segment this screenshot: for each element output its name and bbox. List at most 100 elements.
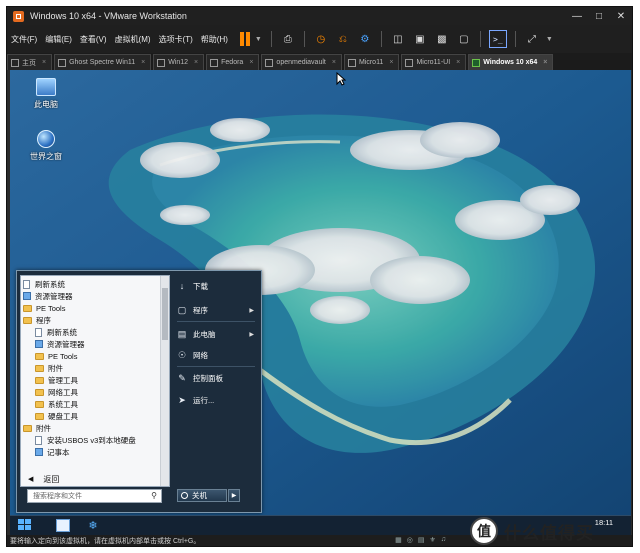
guest-desktop[interactable]: 此电脑 世界之窗 刷新系统 资源管理器 PE Tools 程序 刷新系统 资源管… <box>10 70 631 515</box>
scrollbar-thumb[interactable] <box>162 288 168 340</box>
tab-ghost-spectre[interactable]: Ghost Spectre Win11 × <box>54 54 152 70</box>
start-item-control-panel[interactable]: ✎ 控制面板 <box>177 371 257 385</box>
list-item[interactable]: 附件 <box>35 362 63 374</box>
list-item[interactable]: PE Tools <box>35 350 77 362</box>
menu-edit[interactable]: 编辑(E) <box>41 34 76 45</box>
list-item-label: PE Tools <box>48 351 78 361</box>
divider <box>177 321 255 322</box>
scrollbar[interactable] <box>160 276 169 486</box>
menu-file[interactable]: 文件(F) <box>7 34 41 45</box>
snapshot-icon[interactable]: ◷ <box>313 31 329 47</box>
close-button[interactable]: ✕ <box>610 11 632 22</box>
list-item-label: 刷新系统 <box>47 327 77 337</box>
vmware-logo-icon <box>13 10 24 22</box>
console-view-icon[interactable]: ▢ <box>456 31 472 47</box>
start-item-this-pc[interactable]: ▤ 此电脑 ▶ <box>177 327 257 341</box>
close-icon[interactable]: × <box>141 59 145 66</box>
list-item-label: PE Tools <box>36 303 66 313</box>
tab-label: Micro11 <box>358 59 384 66</box>
toolbar-divider <box>514 31 516 47</box>
sound-icon[interactable]: ♫ <box>441 536 446 544</box>
library-view-icon[interactable]: ◫ <box>390 31 406 47</box>
menu-view[interactable]: 查看(V) <box>76 34 111 45</box>
thumbnail-view-icon[interactable]: ▣ <box>412 31 428 47</box>
document-icon <box>35 435 42 445</box>
list-item[interactable]: PE Tools <box>23 302 65 314</box>
computer-icon <box>36 78 56 96</box>
folder-icon <box>35 400 44 408</box>
close-icon[interactable]: × <box>194 59 198 66</box>
list-item[interactable]: 安装USBOS v3到本地硬盘 <box>35 434 136 446</box>
tab-label: Fedora <box>221 59 244 66</box>
send-ctrl-alt-del-icon[interactable]: ⎙ <box>280 31 296 47</box>
list-item[interactable]: 刷新系统 <box>35 326 77 338</box>
download-icon: ↓ <box>179 281 185 291</box>
list-item-label: 管理工具 <box>48 375 78 385</box>
hard-disk-icon[interactable]: ▦ <box>395 536 402 544</box>
maximize-button[interactable]: □ <box>588 11 610 22</box>
revert-snapshot-icon[interactable]: ⎌ <box>335 31 351 47</box>
shutdown-button[interactable]: 关机 <box>177 489 227 502</box>
close-icon[interactable]: × <box>456 59 460 66</box>
list-item[interactable]: 网络工具 <box>35 386 78 398</box>
start-item-downloads[interactable]: ↓ 下载 <box>177 279 257 293</box>
cd-drive-icon[interactable]: ◎ <box>407 536 413 544</box>
chevron-down-icon[interactable]: ▼ <box>546 36 553 43</box>
search-input[interactable]: 搜索程序和文件 ⚲ <box>27 489 162 503</box>
snapshot-manager-icon[interactable]: ⚙ <box>357 31 373 47</box>
fullscreen-icon[interactable]: ⤢ <box>524 31 540 47</box>
tab-openmediavault[interactable]: openmediavault × <box>261 54 342 70</box>
list-item[interactable]: 程序 <box>23 314 51 326</box>
toolbar-divider <box>479 31 481 47</box>
list-item[interactable]: 资源管理器 <box>23 290 73 302</box>
shutdown-options-button[interactable]: ▶ <box>228 489 240 502</box>
list-item[interactable]: 记事本 <box>35 446 70 458</box>
list-item[interactable]: 刷新系统 <box>23 278 65 290</box>
vmware-window: Windows 10 x64 - VMware Workstation — □ … <box>6 6 633 547</box>
folder-icon <box>35 412 44 420</box>
list-item-label: 记事本 <box>47 447 70 457</box>
taskbar-app-tool-icon[interactable]: ❄ <box>86 519 100 532</box>
chevron-down-icon[interactable]: ▼ <box>255 36 262 43</box>
close-icon[interactable]: × <box>389 59 393 66</box>
network-adapter-icon[interactable]: ▤ <box>418 536 425 544</box>
close-icon[interactable]: × <box>543 59 547 66</box>
close-icon[interactable]: × <box>249 59 253 66</box>
vm-icon <box>265 58 274 67</box>
start-item-run[interactable]: ➤ 运行... <box>177 393 257 407</box>
start-item-network[interactable]: ☉ 网络 <box>177 348 257 362</box>
back-button[interactable]: ◀ 返回 <box>24 472 160 486</box>
list-item[interactable]: 系统工具 <box>35 398 78 410</box>
windows-start-icon[interactable] <box>18 519 32 532</box>
start-item-programs[interactable]: ▢ 程序 ▶ <box>177 303 257 317</box>
menu-help[interactable]: 帮助(H) <box>197 34 232 45</box>
power-icon <box>181 492 188 499</box>
start-menu: 刷新系统 资源管理器 PE Tools 程序 刷新系统 资源管理器 PE Too… <box>16 270 262 513</box>
tab-micro11[interactable]: Micro11 × <box>343 54 400 70</box>
unity-view-icon[interactable]: ▩ <box>434 31 450 47</box>
usb-icon[interactable]: ⚜ <box>429 536 435 544</box>
menu-tabs[interactable]: 选项卡(T) <box>155 34 197 45</box>
explorer-icon <box>23 292 31 300</box>
vm-running-icon <box>472 58 481 67</box>
desktop-icon-browser[interactable]: 世界之窗 <box>22 130 70 162</box>
menu-vm[interactable]: 虚拟机(M) <box>111 34 155 45</box>
desktop-icon-this-pc[interactable]: 此电脑 <box>22 78 70 110</box>
list-item[interactable]: 管理工具 <box>35 374 78 386</box>
tab-micro11-ui[interactable]: Micro11-UI × <box>401 54 467 70</box>
start-item-label: 下载 <box>193 281 208 291</box>
list-item[interactable]: 资源管理器 <box>35 338 85 350</box>
close-icon[interactable]: × <box>332 59 336 66</box>
tab-fedora[interactable]: Fedora × <box>206 54 260 70</box>
list-item[interactable]: 附件 <box>23 422 51 434</box>
list-item[interactable]: 硬盘工具 <box>35 410 78 422</box>
minimize-button[interactable]: — <box>566 11 588 22</box>
tab-home[interactable]: 主页 × <box>7 54 53 70</box>
tab-windows10[interactable]: Windows 10 x64 × <box>468 54 554 70</box>
start-item-label: 运行... <box>193 395 215 405</box>
terminal-icon[interactable]: >_ <box>488 30 507 48</box>
taskbar-app-explorer-icon[interactable] <box>56 519 70 532</box>
close-icon[interactable]: × <box>42 59 46 66</box>
tab-win12[interactable]: Win12 × <box>153 54 205 70</box>
pause-icon[interactable] <box>239 32 252 46</box>
